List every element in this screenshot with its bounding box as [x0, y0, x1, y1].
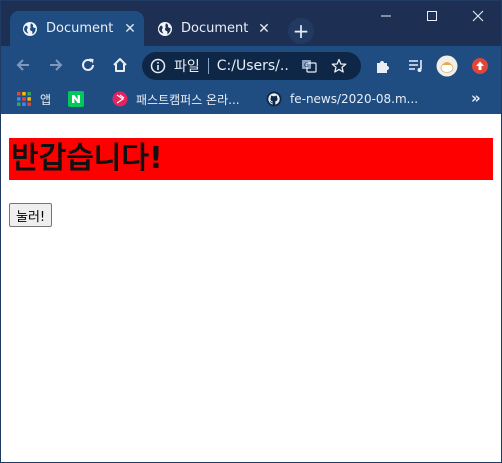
update-button[interactable]	[469, 55, 491, 77]
maximize-icon	[427, 11, 437, 21]
press-button[interactable]: 눌러!	[9, 203, 53, 227]
bookmark-label: 패스트캠퍼스 온라...	[136, 92, 240, 107]
update-arrow-icon	[472, 58, 488, 74]
bookmark-fe-news[interactable]: fe-news/2020-08.m...	[266, 89, 418, 109]
reload-button[interactable]	[76, 53, 100, 77]
minimize-icon	[381, 15, 391, 17]
media-control-button[interactable]	[405, 55, 427, 77]
minimize-button[interactable]	[363, 1, 409, 31]
apps-grid-icon	[17, 92, 31, 106]
home-icon	[113, 58, 127, 72]
info-icon[interactable]	[150, 58, 166, 74]
page-heading: 반갑습니다!	[9, 138, 493, 180]
bookmark-naver[interactable]	[68, 89, 92, 109]
url-scheme-label: 파일	[174, 59, 200, 75]
bookmark-label: fe-news/2020-08.m...	[290, 92, 419, 106]
maximize-button[interactable]	[409, 1, 455, 31]
profile-avatar[interactable]	[436, 55, 458, 77]
browser-window: Document ✕ Document ✕ + 파일 C:/Users/... …	[0, 0, 502, 463]
bookmark-apps[interactable]: 앱	[16, 89, 51, 109]
translate-icon[interactable]: G	[301, 58, 317, 74]
new-tab-button[interactable]: +	[288, 18, 314, 44]
tab-title: Document	[46, 21, 114, 36]
puzzle-icon	[377, 61, 389, 73]
omnibox-divider	[207, 58, 209, 74]
page-content: 반갑습니다! 눌러!	[1, 114, 501, 462]
naver-icon	[68, 91, 84, 107]
browser-toolbar: 파일 C:/Users/... G	[1, 46, 501, 84]
url-text[interactable]: C:/Users/...	[217, 58, 289, 74]
tab-close-icon[interactable]: ✕	[122, 21, 138, 37]
bookmarks-overflow-chevron-icon[interactable]: »	[471, 89, 481, 107]
close-window-button[interactable]	[455, 1, 501, 31]
avatar-icon	[436, 55, 458, 77]
forward-arrow-icon	[50, 59, 63, 71]
playlist-music-icon	[409, 60, 422, 72]
bookmark-label: 앱	[40, 92, 52, 107]
extensions-button[interactable]	[372, 55, 394, 77]
github-icon	[266, 91, 282, 107]
bookmark-star-icon[interactable]	[331, 58, 347, 74]
globe-icon	[158, 21, 172, 36]
title-bar: Document ✕ Document ✕ +	[1, 1, 501, 46]
fastcampus-icon	[112, 91, 128, 107]
svg-text:G: G	[304, 62, 309, 69]
bookmarks-bar: 앱 패스트캠퍼스 온라... fe-news/2020-08.m...	[1, 84, 501, 114]
tab-close-icon[interactable]: ✕	[256, 21, 272, 37]
globe-icon	[23, 21, 37, 36]
bookmark-fastcampus[interactable]: 패스트캠퍼스 온라...	[112, 89, 240, 109]
forward-button[interactable]	[44, 53, 68, 77]
home-button[interactable]	[108, 53, 132, 77]
tab-document-active[interactable]: Document ✕	[10, 11, 144, 46]
tab-document[interactable]: Document ✕	[145, 11, 278, 46]
close-icon	[472, 10, 484, 22]
back-arrow-icon	[16, 59, 29, 71]
reload-icon	[82, 58, 94, 71]
back-button[interactable]	[11, 53, 35, 77]
tab-title: Document	[181, 21, 249, 36]
address-bar[interactable]: 파일 C:/Users/... G	[142, 52, 361, 80]
